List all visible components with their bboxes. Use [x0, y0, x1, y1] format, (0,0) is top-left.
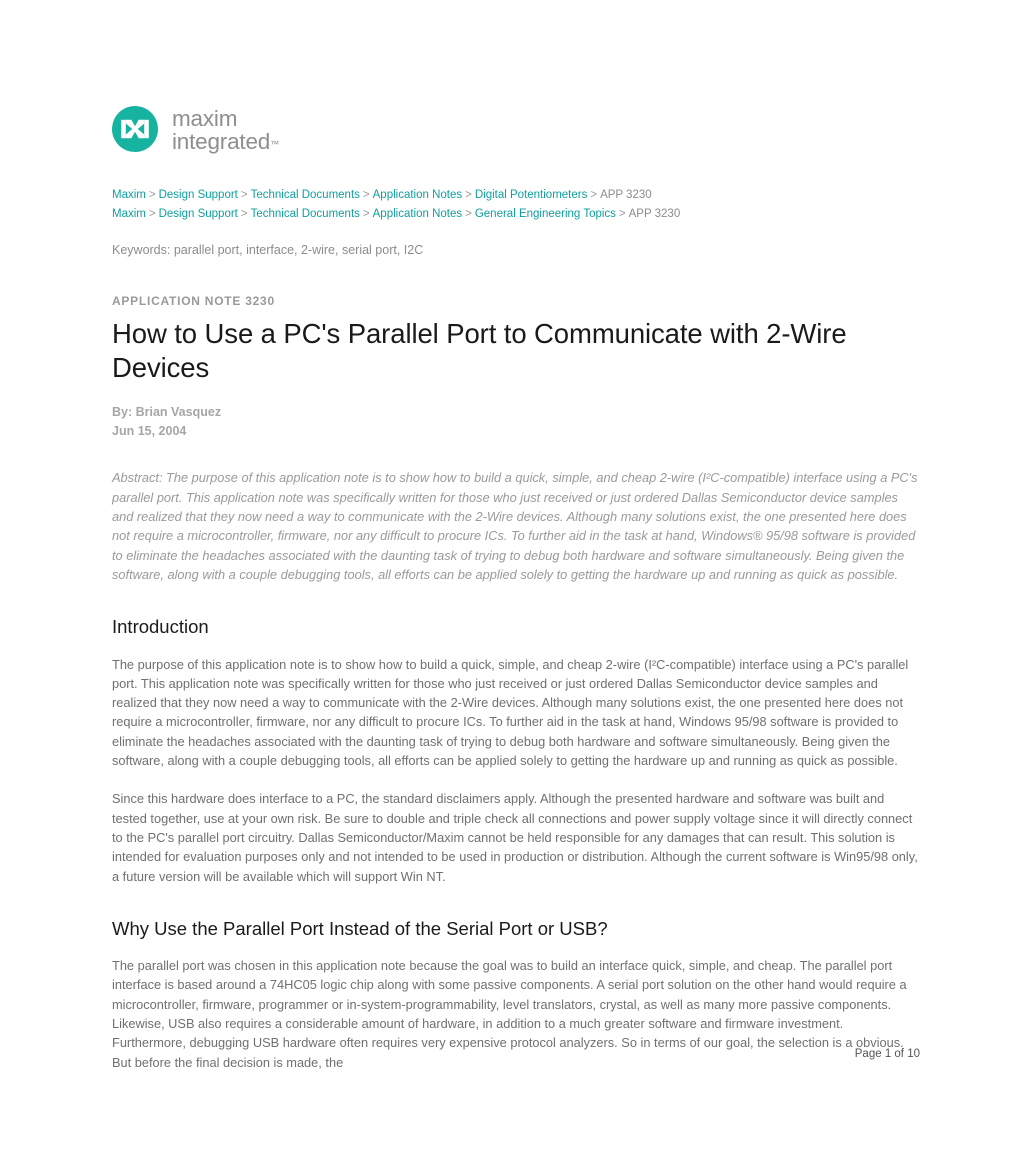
wordmark-line-integrated: integrated™	[172, 130, 279, 153]
section-heading-introduction: Introduction	[112, 616, 209, 638]
breadcrumb-row-1: Maxim > Design Support > Technical Documents…	[112, 186, 920, 205]
byline: By: Brian Vasquez Jun 15, 2004	[112, 403, 920, 441]
wordmark-line-maxim: maxim	[172, 105, 238, 131]
breadcrumb-separator: >	[590, 189, 598, 201]
maxim-wordmark: maxim integrated™	[172, 105, 279, 154]
section-paragraph: The purpose of this application note is …	[112, 656, 909, 769]
wordmark-integrated-text: integrated	[172, 129, 271, 154]
breadcrumb-link-technical-documents[interactable]: Technical Documents	[251, 208, 360, 220]
breadcrumb-link-application-notes[interactable]: Application Notes	[373, 208, 463, 220]
page-number: Page 1 of 10	[854, 1048, 920, 1060]
byline-date: Jun 15, 2004	[112, 424, 187, 439]
breadcrumb-link-general-engineering-topics[interactable]: General Engineering Topics	[475, 208, 616, 220]
breadcrumb-separator: >	[240, 189, 248, 201]
breadcrumb-link-technical-documents[interactable]: Technical Documents	[251, 189, 360, 201]
breadcrumb-link-application-notes[interactable]: Application Notes	[373, 189, 463, 201]
abstract-paragraph: Abstract: The purpose of this applicatio…	[112, 470, 918, 582]
application-note-label: APPLICATION NOTE 3230	[112, 294, 275, 308]
breadcrumb-separator: >	[362, 189, 370, 201]
document-page: maxim integrated™ Maxim > Design Support > T…	[0, 0, 1020, 1155]
breadcrumb-link-design-support[interactable]: Design Support	[159, 208, 238, 220]
byline-author: By: Brian Vasquez	[112, 405, 222, 420]
breadcrumb-separator: >	[148, 207, 156, 220]
trademark-symbol: ™	[270, 139, 280, 149]
breadcrumb-link-design-support[interactable]: Design Support	[159, 189, 238, 201]
breadcrumb-separator: >	[240, 207, 248, 220]
breadcrumb-row-2: Maxim > Design Support > Technical Documents…	[112, 205, 920, 224]
maxim-m-logo-icon	[112, 106, 158, 152]
breadcrumb-current-app-3230: APP 3230	[600, 189, 652, 201]
document-content: maxim integrated™ Maxim > Design Support > T…	[112, 100, 920, 1085]
maxim-integrated-logo[interactable]: maxim integrated™	[112, 100, 920, 158]
breadcrumb-link-digital-potentiometers[interactable]: Digital Potentiometers	[475, 189, 588, 201]
breadcrumb-current-app-3230: APP 3230	[628, 207, 681, 220]
section-heading-why-parallel-port: Why Use the Parallel Port Instead of the…	[112, 917, 608, 939]
breadcrumb-separator: >	[148, 189, 156, 201]
breadcrumb-separator: >	[362, 207, 370, 220]
breadcrumb: Maxim > Design Support > Technical Documents…	[112, 186, 920, 223]
breadcrumb-separator: >	[618, 207, 626, 220]
section-introduction: Introduction The purpose of this applica…	[112, 615, 920, 886]
breadcrumb-separator: >	[465, 189, 472, 201]
section-paragraph: Since this hardware does interface to a …	[112, 791, 918, 884]
page-title: How to Use a PC's Parallel Port to Commu…	[112, 318, 847, 383]
breadcrumb-separator: >	[465, 207, 472, 220]
breadcrumb-link-maxim[interactable]: Maxim	[112, 189, 146, 201]
breadcrumb-link-maxim[interactable]: Maxim	[112, 208, 146, 220]
keywords-line: Keywords: parallel port, interface, 2-wi…	[112, 243, 424, 257]
page-footer: Page 1 of 10	[112, 1048, 920, 1060]
